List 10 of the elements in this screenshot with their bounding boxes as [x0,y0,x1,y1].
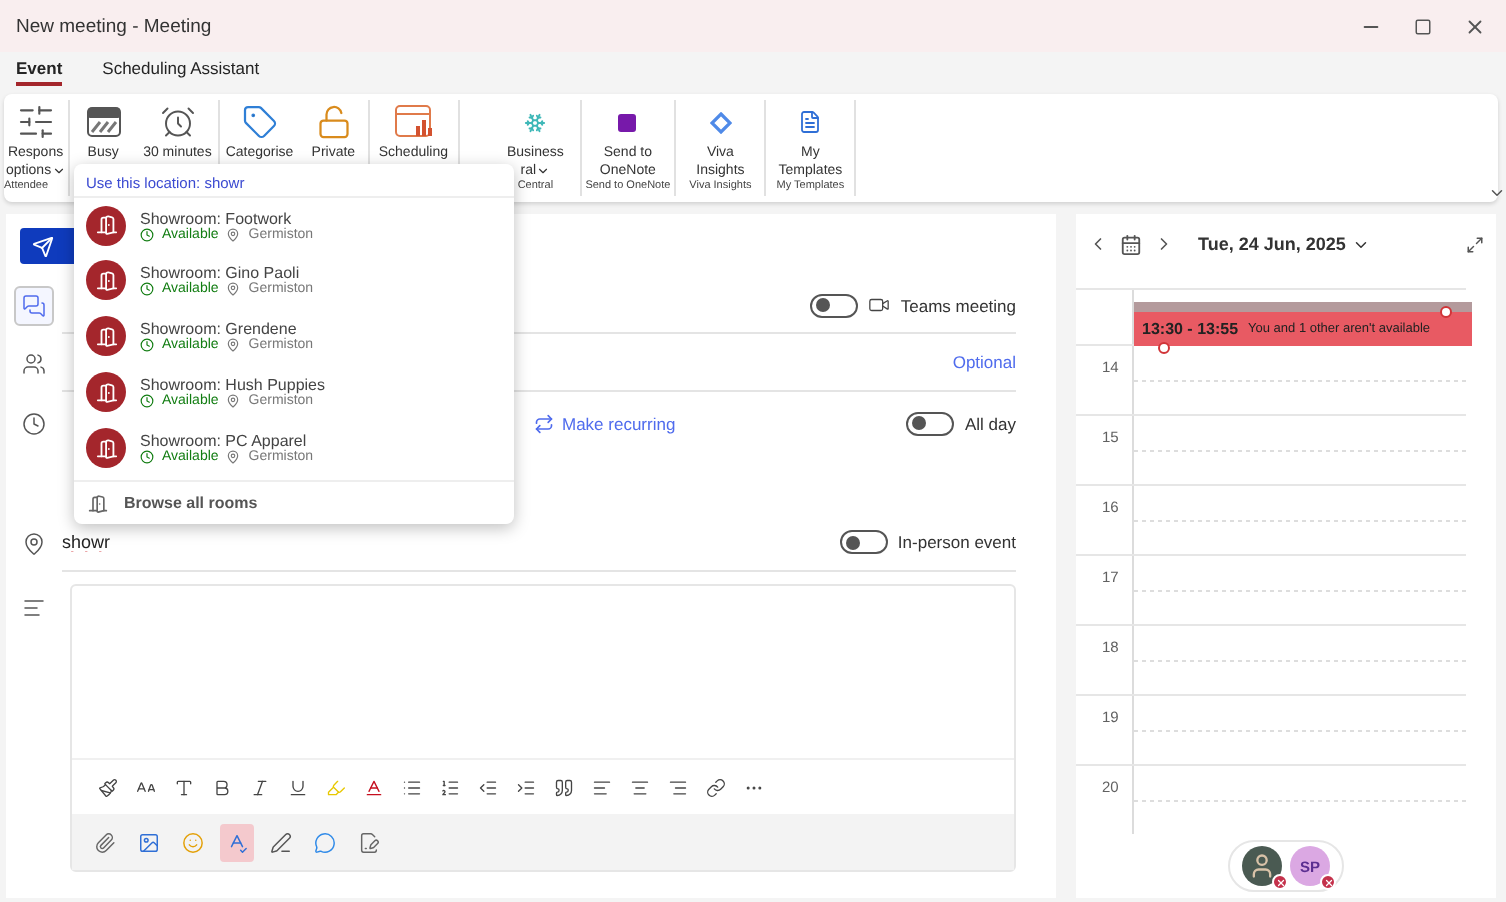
tab[interactable]: Scheduling Assistant [102,58,260,86]
toggle-label: In-person event [897,532,1016,552]
window-title: New meeting - Meeting [16,15,212,37]
date-picker[interactable]: Tue, 24 Jun, 2025 [1186,232,1382,256]
tab[interactable]: Event [16,58,63,86]
optional-link[interactable]: Optional [952,352,1016,372]
make-recurring-link[interactable]: Make recurring [522,411,688,435]
browse-rooms-button[interactable]: Browse all rooms [74,480,514,524]
toggle-label: All day [964,413,1016,433]
toggle-label: Teams meeting [900,295,1016,315]
